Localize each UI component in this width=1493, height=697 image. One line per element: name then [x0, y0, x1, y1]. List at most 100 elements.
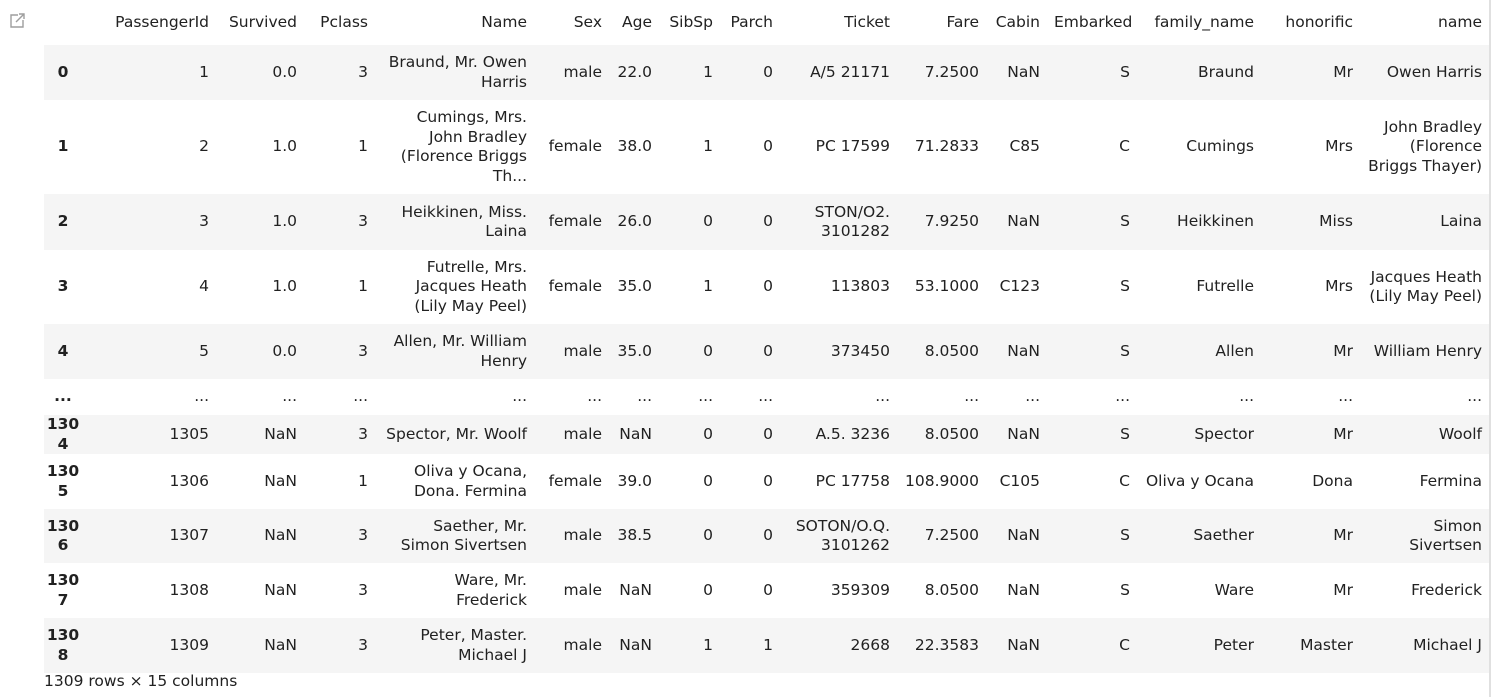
- table-cell: male: [563, 341, 602, 360]
- table-cell: 1: [703, 62, 713, 81]
- table-cell: ...: [875, 387, 890, 406]
- table-cell: Mr: [1333, 62, 1353, 81]
- scrollbar-track[interactable]: [1489, 0, 1491, 697]
- table-cell: Jacques Heath (Lily May Peel): [1369, 267, 1482, 306]
- table-cell: NaN: [264, 580, 297, 599]
- table-cell: ...: [194, 387, 209, 406]
- table-cell: 0: [763, 580, 773, 599]
- table-cell: NaN: [264, 635, 297, 654]
- column-header: Parch: [730, 12, 773, 31]
- table-cell: male: [563, 580, 602, 599]
- table-cell: Spector, Mr. Woolf: [386, 424, 527, 443]
- table-cell: 0: [763, 526, 773, 545]
- table-cell: 1: [703, 137, 713, 156]
- table-cell: 1.0: [272, 212, 297, 231]
- table-cell: Heikkinen, Miss. Laina: [401, 202, 527, 241]
- column-header: Sex: [573, 12, 602, 31]
- table-cell: 0: [703, 471, 713, 490]
- table-cell: Dona: [1312, 471, 1353, 490]
- row-index: 2: [57, 212, 69, 231]
- table-cell: Woolf: [1438, 424, 1482, 443]
- table-cell: SOTON/O.Q. 3101262: [795, 516, 890, 555]
- table-cell: female: [548, 212, 602, 231]
- table-cell: NaN: [1007, 580, 1040, 599]
- table-header: PassengerId Survived Pclass Name Sex Age SibSp…: [44, 0, 1489, 45]
- table-cell: 7.2500: [924, 526, 979, 545]
- table-cell: NaN: [619, 635, 652, 654]
- table-cell: NaN: [619, 424, 652, 443]
- table-cell: male: [563, 424, 602, 443]
- row-index: 1307: [46, 571, 80, 609]
- table-cell: 3: [199, 212, 209, 231]
- row-index: 1: [57, 137, 69, 156]
- table-cell: 1307: [169, 526, 209, 545]
- table-cell: Peter: [1213, 635, 1254, 654]
- table-cell: 3: [358, 341, 368, 360]
- column-header: SibSp: [669, 12, 713, 31]
- table-cell: ...: [964, 387, 979, 406]
- table-cell: William Henry: [1373, 341, 1482, 360]
- index-header: [44, 0, 102, 45]
- row-index: 1306: [46, 516, 80, 555]
- row-index: 0: [57, 62, 69, 81]
- table-cell: 38.0: [617, 137, 652, 156]
- table-cell: 4: [199, 277, 209, 296]
- table-cell: Spector: [1194, 424, 1254, 443]
- table-cell: 0: [703, 580, 713, 599]
- row-index: 3: [57, 277, 69, 296]
- table-cell: 113803: [830, 277, 890, 296]
- table-cell: NaN: [619, 580, 652, 599]
- table-cell: C: [1119, 471, 1130, 490]
- column-header: Age: [622, 12, 652, 31]
- table-cell: PC 17599: [815, 137, 890, 156]
- column-header: Embarked: [1054, 12, 1133, 31]
- dataframe-output: PassengerId Survived Pclass Name Sex Age SibSp…: [44, 0, 1489, 673]
- table-cell: 1309: [169, 635, 209, 654]
- table-cell: ...: [637, 387, 652, 406]
- dataframe-table: PassengerId Survived Pclass Name Sex Age SibSp…: [44, 0, 1489, 673]
- table-cell: Ware, Mr. Frederick: [454, 571, 527, 609]
- table-cell: 0: [763, 424, 773, 443]
- table-cell: 0: [703, 424, 713, 443]
- row-index: ...: [54, 387, 72, 406]
- table-cell: Allen, Mr. William Henry: [393, 332, 527, 370]
- table-cell: Braund: [1198, 62, 1254, 81]
- table-cell: 8.0500: [924, 424, 979, 443]
- table-cell: ...: [587, 387, 602, 406]
- table-cell: 1: [199, 62, 209, 81]
- table-cell: 1: [358, 471, 368, 490]
- table-cell: Mr: [1333, 424, 1353, 443]
- table-cell: 0: [763, 62, 773, 81]
- table-cell: C123: [999, 277, 1040, 296]
- row-index: 1305: [46, 462, 80, 500]
- output-cell-icon[interactable]: [8, 12, 26, 30]
- table-cell: 3: [358, 635, 368, 654]
- table-cell: 0.0: [272, 341, 297, 360]
- table-cell: Cumings: [1186, 137, 1254, 156]
- table-cell: Braund, Mr. Owen Harris: [388, 53, 527, 91]
- table-cell: ...: [282, 387, 297, 406]
- table-cell: ...: [1115, 387, 1130, 406]
- table-cell: Fermina: [1419, 471, 1482, 490]
- table-cell: Miss: [1319, 212, 1353, 231]
- table-cell: S: [1120, 526, 1130, 545]
- table-cell: S: [1120, 212, 1130, 231]
- table-cell: NaN: [264, 471, 297, 490]
- table-row: 4 5 0.0 3 Allen, Mr. William Henry male 35.0 0 0…: [44, 324, 1489, 379]
- table-cell: Mr: [1333, 526, 1353, 545]
- table-cell: Saether, Mr. Simon Sivertsen: [400, 516, 527, 555]
- table-cell: NaN: [1007, 635, 1040, 654]
- column-header: family_name: [1154, 12, 1254, 31]
- column-header: Fare: [946, 12, 979, 31]
- table-cell: NaN: [264, 526, 297, 545]
- table-cell: Oliva y Ocana: [1145, 471, 1254, 490]
- column-header: Ticket: [844, 12, 890, 31]
- column-header: Pclass: [320, 12, 368, 31]
- table-cell: 2: [199, 137, 209, 156]
- table-cell: 1308: [169, 580, 209, 599]
- header-row: PassengerId Survived Pclass Name Sex Age SibSp…: [44, 0, 1489, 45]
- table-cell: 2668: [850, 635, 890, 654]
- column-header: Survived: [228, 12, 297, 31]
- table-cell: ...: [1025, 387, 1040, 406]
- table-cell: Heikkinen: [1177, 212, 1254, 231]
